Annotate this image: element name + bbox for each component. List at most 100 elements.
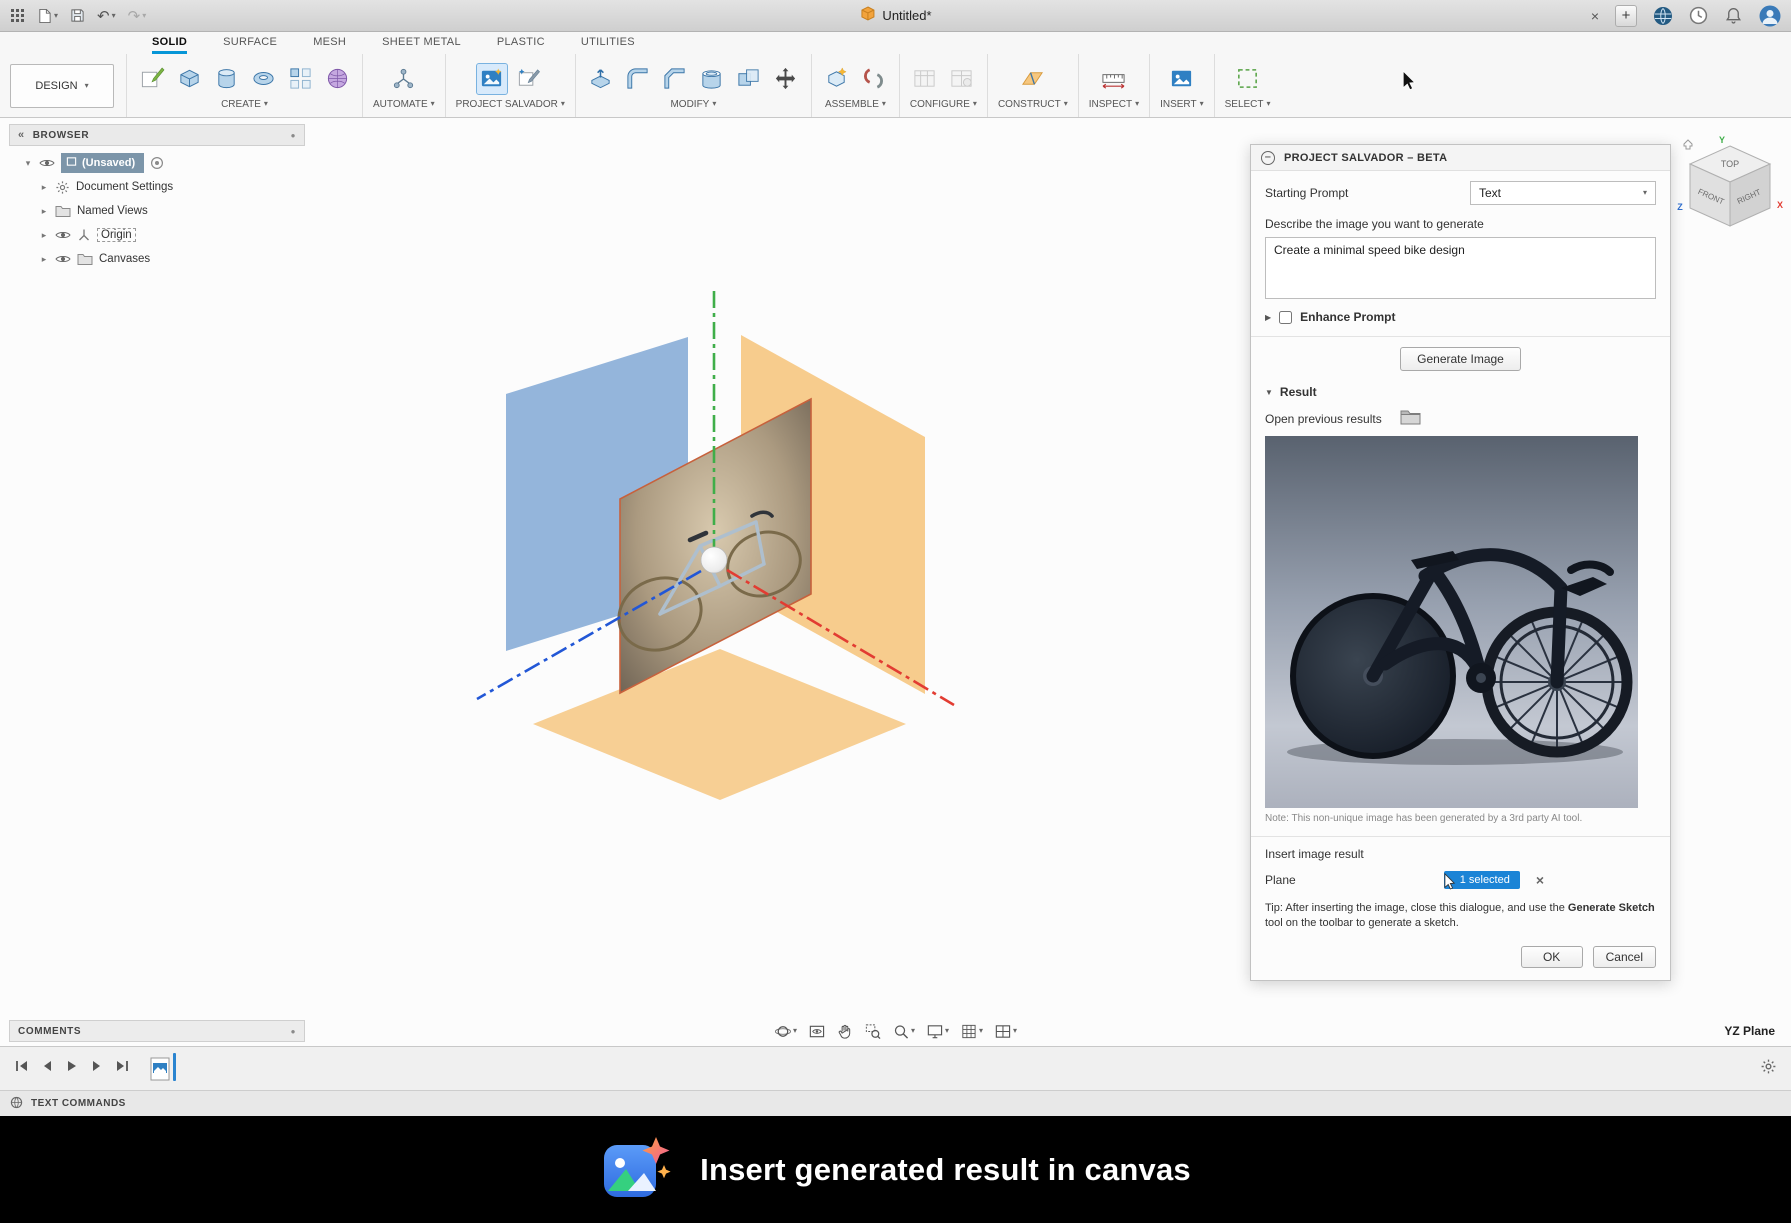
grid-settings-icon[interactable]: ▾ <box>960 1023 983 1040</box>
enhance-expander-icon[interactable]: ▶ <box>1265 313 1271 322</box>
xz-plane[interactable] <box>533 649 906 800</box>
user-avatar[interactable] <box>1759 5 1781 27</box>
press-pull-icon[interactable] <box>586 64 616 94</box>
create-cylinder-icon[interactable] <box>211 64 241 94</box>
insert-menu[interactable]: INSERT▾ <box>1160 99 1204 110</box>
combine-icon[interactable] <box>734 64 764 94</box>
clear-selection-icon[interactable]: × <box>1536 872 1544 888</box>
tab-sheet-metal[interactable]: SHEET METAL <box>382 36 461 54</box>
browser-item-origin[interactable]: ▸ Origin <box>9 223 305 247</box>
viewports-icon[interactable]: ▾ <box>994 1023 1017 1040</box>
display-settings-icon[interactable]: ▾ <box>926 1023 949 1040</box>
create-torus-icon[interactable] <box>248 64 278 94</box>
measure-icon[interactable] <box>1099 64 1129 94</box>
configure-insert-icon[interactable] <box>947 64 977 94</box>
move-copy-icon[interactable] <box>771 64 801 94</box>
result-expander-icon[interactable]: ▼ <box>1265 388 1273 397</box>
visibility-eye-icon[interactable] <box>55 230 71 240</box>
visibility-eye-icon[interactable] <box>39 158 55 168</box>
generate-image-button[interactable]: Generate Image <box>1400 347 1521 371</box>
tab-mesh[interactable]: MESH <box>313 36 346 54</box>
assemble-menu[interactable]: ASSEMBLE▾ <box>825 99 886 110</box>
redo-button[interactable]: ↷ ▾ <box>128 7 147 25</box>
create-sketch-icon[interactable] <box>137 64 167 94</box>
job-status-icon[interactable] <box>1689 6 1708 25</box>
tab-solid[interactable]: SOLID <box>152 36 187 54</box>
browser-item-canvases[interactable]: ▸ Canvases <box>9 247 305 271</box>
comments-menu-icon[interactable]: ● <box>291 1027 296 1036</box>
expand-icon[interactable]: ▸ <box>39 230 49 241</box>
activate-radio-icon[interactable] <box>150 156 164 170</box>
step-back-icon[interactable] <box>39 1058 55 1079</box>
root-document-node[interactable]: (Unsaved) <box>61 153 144 173</box>
save-icon[interactable] <box>70 8 85 23</box>
fillet-icon[interactable] <box>623 64 653 94</box>
zoom-window-icon[interactable] <box>864 1023 881 1040</box>
generate-image-icon[interactable] <box>477 64 507 94</box>
file-menu-icon[interactable]: ▾ <box>37 8 58 24</box>
orbit-icon[interactable]: ▾ <box>774 1023 797 1040</box>
construct-menu[interactable]: CONSTRUCT▾ <box>998 99 1068 110</box>
configure-menu[interactable]: CONFIGURE▾ <box>910 99 977 110</box>
ok-button[interactable]: OK <box>1521 946 1583 968</box>
play-icon[interactable] <box>64 1058 80 1079</box>
shell-icon[interactable] <box>697 64 727 94</box>
plane-selected-badge[interactable]: 1 selected <box>1444 871 1520 889</box>
create-pattern-icon[interactable] <box>285 64 315 94</box>
create-menu[interactable]: CREATE▾ <box>221 99 268 110</box>
joint-icon[interactable] <box>859 64 889 94</box>
skip-to-start-icon[interactable] <box>14 1058 30 1079</box>
tab-surface[interactable]: SURFACE <box>223 36 277 54</box>
comments-panel[interactable]: COMMENTS ● <box>9 1020 305 1042</box>
notifications-bell-icon[interactable] <box>1724 6 1743 25</box>
generate-sketch-icon[interactable] <box>514 64 544 94</box>
minimize-dialog-icon[interactable]: – <box>1261 151 1275 165</box>
close-document-icon[interactable]: × <box>1591 8 1599 24</box>
automate-menu[interactable]: AUTOMATE▾ <box>373 99 435 110</box>
browser-item-named-views[interactable]: ▸ Named Views <box>9 199 305 223</box>
construct-plane-icon[interactable] <box>1018 64 1048 94</box>
browser-menu-icon[interactable]: ● <box>291 131 296 140</box>
home-view-icon[interactable] <box>1684 140 1692 149</box>
collapse-browser-icon[interactable]: « <box>18 129 25 141</box>
timeline-position-marker[interactable] <box>173 1053 176 1081</box>
extensions-icon[interactable] <box>1653 6 1673 26</box>
tab-utilities[interactable]: UTILITIES <box>581 36 635 54</box>
browser-item-document-settings[interactable]: ▸ Document Settings <box>9 175 305 199</box>
undo-button[interactable]: ↶ ▾ <box>97 7 116 25</box>
configure-table-icon[interactable] <box>910 64 940 94</box>
select-icon[interactable] <box>1233 64 1263 94</box>
enhance-prompt-checkbox[interactable] <box>1279 311 1292 324</box>
create-form-icon[interactable] <box>322 64 352 94</box>
automate-icon[interactable] <box>389 64 419 94</box>
starting-prompt-select[interactable]: Text ▾ <box>1470 181 1656 205</box>
app-grid-icon[interactable] <box>10 8 25 23</box>
chamfer-icon[interactable] <box>660 64 690 94</box>
pan-icon[interactable] <box>836 1023 853 1040</box>
cancel-button[interactable]: Cancel <box>1593 946 1656 968</box>
timeline-settings-gear-icon[interactable] <box>1760 1058 1777 1080</box>
inspect-menu[interactable]: INSPECT▾ <box>1089 99 1139 110</box>
zoom-icon[interactable]: ▾ <box>892 1023 915 1040</box>
viewport-3d[interactable]: « BROWSER ● ▾ (Unsaved) <box>0 118 1791 1046</box>
modify-menu[interactable]: MODIFY▾ <box>670 99 716 110</box>
select-menu[interactable]: SELECT▾ <box>1225 99 1271 110</box>
insert-canvas-icon[interactable] <box>1167 64 1197 94</box>
expand-icon[interactable]: ▾ <box>23 158 33 169</box>
tab-plastic[interactable]: PLASTIC <box>497 36 545 54</box>
generated-bike-image[interactable] <box>1265 436 1638 808</box>
expand-icon[interactable]: ▸ <box>39 182 49 193</box>
new-tab-button[interactable]: + <box>1615 5 1637 27</box>
view-cube[interactable]: TOP FRONT RIGHT Y Z X <box>1672 134 1788 234</box>
design-workspace-selector[interactable]: DESIGN▾ <box>10 64 114 108</box>
browser-item-root[interactable]: ▾ (Unsaved) <box>9 151 305 175</box>
expand-icon[interactable]: ▸ <box>39 206 49 217</box>
text-commands-bar[interactable]: TEXT COMMANDS <box>0 1090 1791 1116</box>
open-results-folder-icon[interactable] <box>1400 409 1421 428</box>
project-salvador-menu[interactable]: PROJECT SALVADOR▾ <box>456 99 565 110</box>
create-box-icon[interactable] <box>174 64 204 94</box>
expand-icon[interactable]: ▸ <box>39 254 49 265</box>
step-forward-icon[interactable] <box>89 1058 105 1079</box>
look-at-icon[interactable] <box>808 1023 825 1040</box>
new-component-icon[interactable] <box>822 64 852 94</box>
